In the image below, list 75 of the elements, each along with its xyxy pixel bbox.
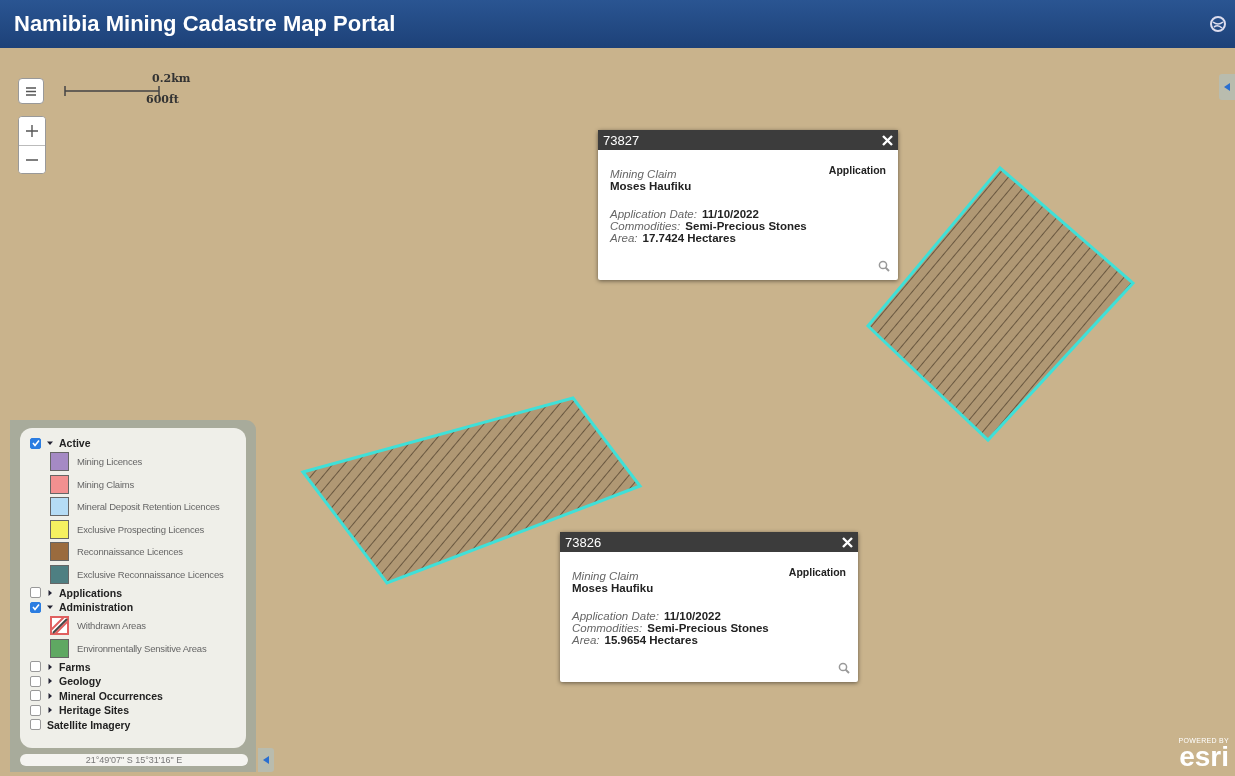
popup-title: 73826 — [565, 534, 602, 550]
caret-right-icon[interactable] — [47, 663, 53, 670]
legend-label: Reconnaissance Licences — [77, 546, 183, 558]
esri-logo[interactable]: esri — [1179, 744, 1229, 770]
layer-group-label: Applications — [59, 586, 122, 599]
legend-label: Mining Claims — [77, 478, 135, 490]
zoom-to-button[interactable] — [878, 260, 890, 272]
popup-title: 73827 — [603, 132, 640, 148]
status-label: Application — [788, 566, 846, 578]
status-label: Application — [828, 164, 886, 176]
layer-group-label: Geology — [59, 675, 101, 688]
legend-toggle-button[interactable] — [258, 748, 274, 772]
field-label: Commodities: — [610, 220, 681, 232]
layer-checkbox[interactable] — [30, 719, 41, 731]
coordinates-display: 21°49'07" S 15°31'16" E — [20, 754, 248, 766]
layer-checkbox[interactable] — [30, 675, 41, 687]
map-canvas[interactable] — [0, 48, 1235, 776]
legend-label: Environmentally Sensitive Areas — [77, 642, 207, 654]
legend-label: Mining Licences — [77, 456, 143, 468]
caret-right-icon[interactable] — [47, 589, 53, 596]
layer-checkbox[interactable] — [30, 587, 41, 599]
magnifier-icon — [838, 662, 850, 674]
layer-group-label: Active — [59, 437, 91, 450]
legend-label: Withdrawn Areas — [77, 620, 146, 632]
layer-checkbox[interactable] — [30, 704, 41, 716]
caret-right-icon[interactable] — [47, 678, 53, 685]
magnifier-icon — [878, 260, 890, 272]
left-arrow-icon — [263, 756, 269, 764]
scale-label: 0.2km — [152, 72, 191, 85]
portal-title: Namibia Mining Cadastre Map Portal — [14, 11, 396, 37]
claim-type: Mining Claim — [610, 168, 677, 180]
field-label: Application Date: — [572, 610, 659, 622]
layer-checkbox[interactable] — [30, 437, 41, 449]
close-icon — [882, 134, 893, 146]
close-button[interactable] — [842, 536, 853, 548]
field-label: Application Date: — [610, 208, 697, 220]
zoom-to-button[interactable] — [838, 662, 850, 674]
close-icon — [842, 536, 853, 548]
scale-label: 600ft — [146, 93, 179, 106]
layer-group-label: Mineral Occurrences — [59, 689, 163, 702]
caret-right-icon[interactable] — [47, 707, 53, 714]
menu-button[interactable] — [18, 78, 44, 104]
layer-group-label: Satellite Imagery — [47, 718, 131, 731]
layer-checkbox[interactable] — [30, 601, 41, 613]
plus-icon — [26, 125, 38, 137]
layer-checkbox[interactable] — [30, 661, 41, 673]
layer-group-label: Heritage Sites — [59, 704, 130, 717]
legend-label: Exclusive Reconnaissance Licences — [77, 568, 224, 580]
owner-name: Moses Haufiku — [572, 582, 655, 594]
minus-icon — [26, 158, 38, 161]
left-arrow-icon — [1224, 83, 1230, 91]
panel-toggle-button[interactable] — [1219, 74, 1235, 100]
field-value: 17.7424 Hectares — [642, 232, 736, 244]
layer-group-label: Administration — [59, 601, 134, 614]
layer-group-label: Farms — [59, 660, 91, 673]
caret-down-icon[interactable] — [47, 440, 53, 447]
field-label: Commodities: — [572, 622, 643, 634]
field-label: Area: — [610, 232, 638, 244]
legend-label: Mineral Deposit Retention Licences — [77, 501, 220, 513]
layer-checkbox[interactable] — [30, 690, 41, 702]
caret-down-icon[interactable] — [47, 604, 53, 611]
menu-icon — [26, 86, 36, 96]
field-value: 11/10/2022 — [701, 208, 759, 220]
caret-right-icon[interactable] — [47, 692, 53, 699]
close-button[interactable] — [882, 134, 893, 146]
field-label: Area: — [572, 634, 600, 646]
field-value: 11/10/2022 — [663, 610, 721, 622]
owner-name: Moses Haufiku — [610, 180, 693, 192]
field-value: Semi-Precious Stones — [685, 220, 807, 232]
legend-label: Exclusive Prospecting Licences — [77, 523, 205, 535]
field-value: Semi-Precious Stones — [647, 622, 769, 634]
zoom-out-button[interactable] — [19, 145, 45, 173]
field-value: 15.9654 Hectares — [604, 634, 698, 646]
globe-icon[interactable] — [1209, 15, 1227, 33]
claim-type: Mining Claim — [572, 570, 639, 582]
